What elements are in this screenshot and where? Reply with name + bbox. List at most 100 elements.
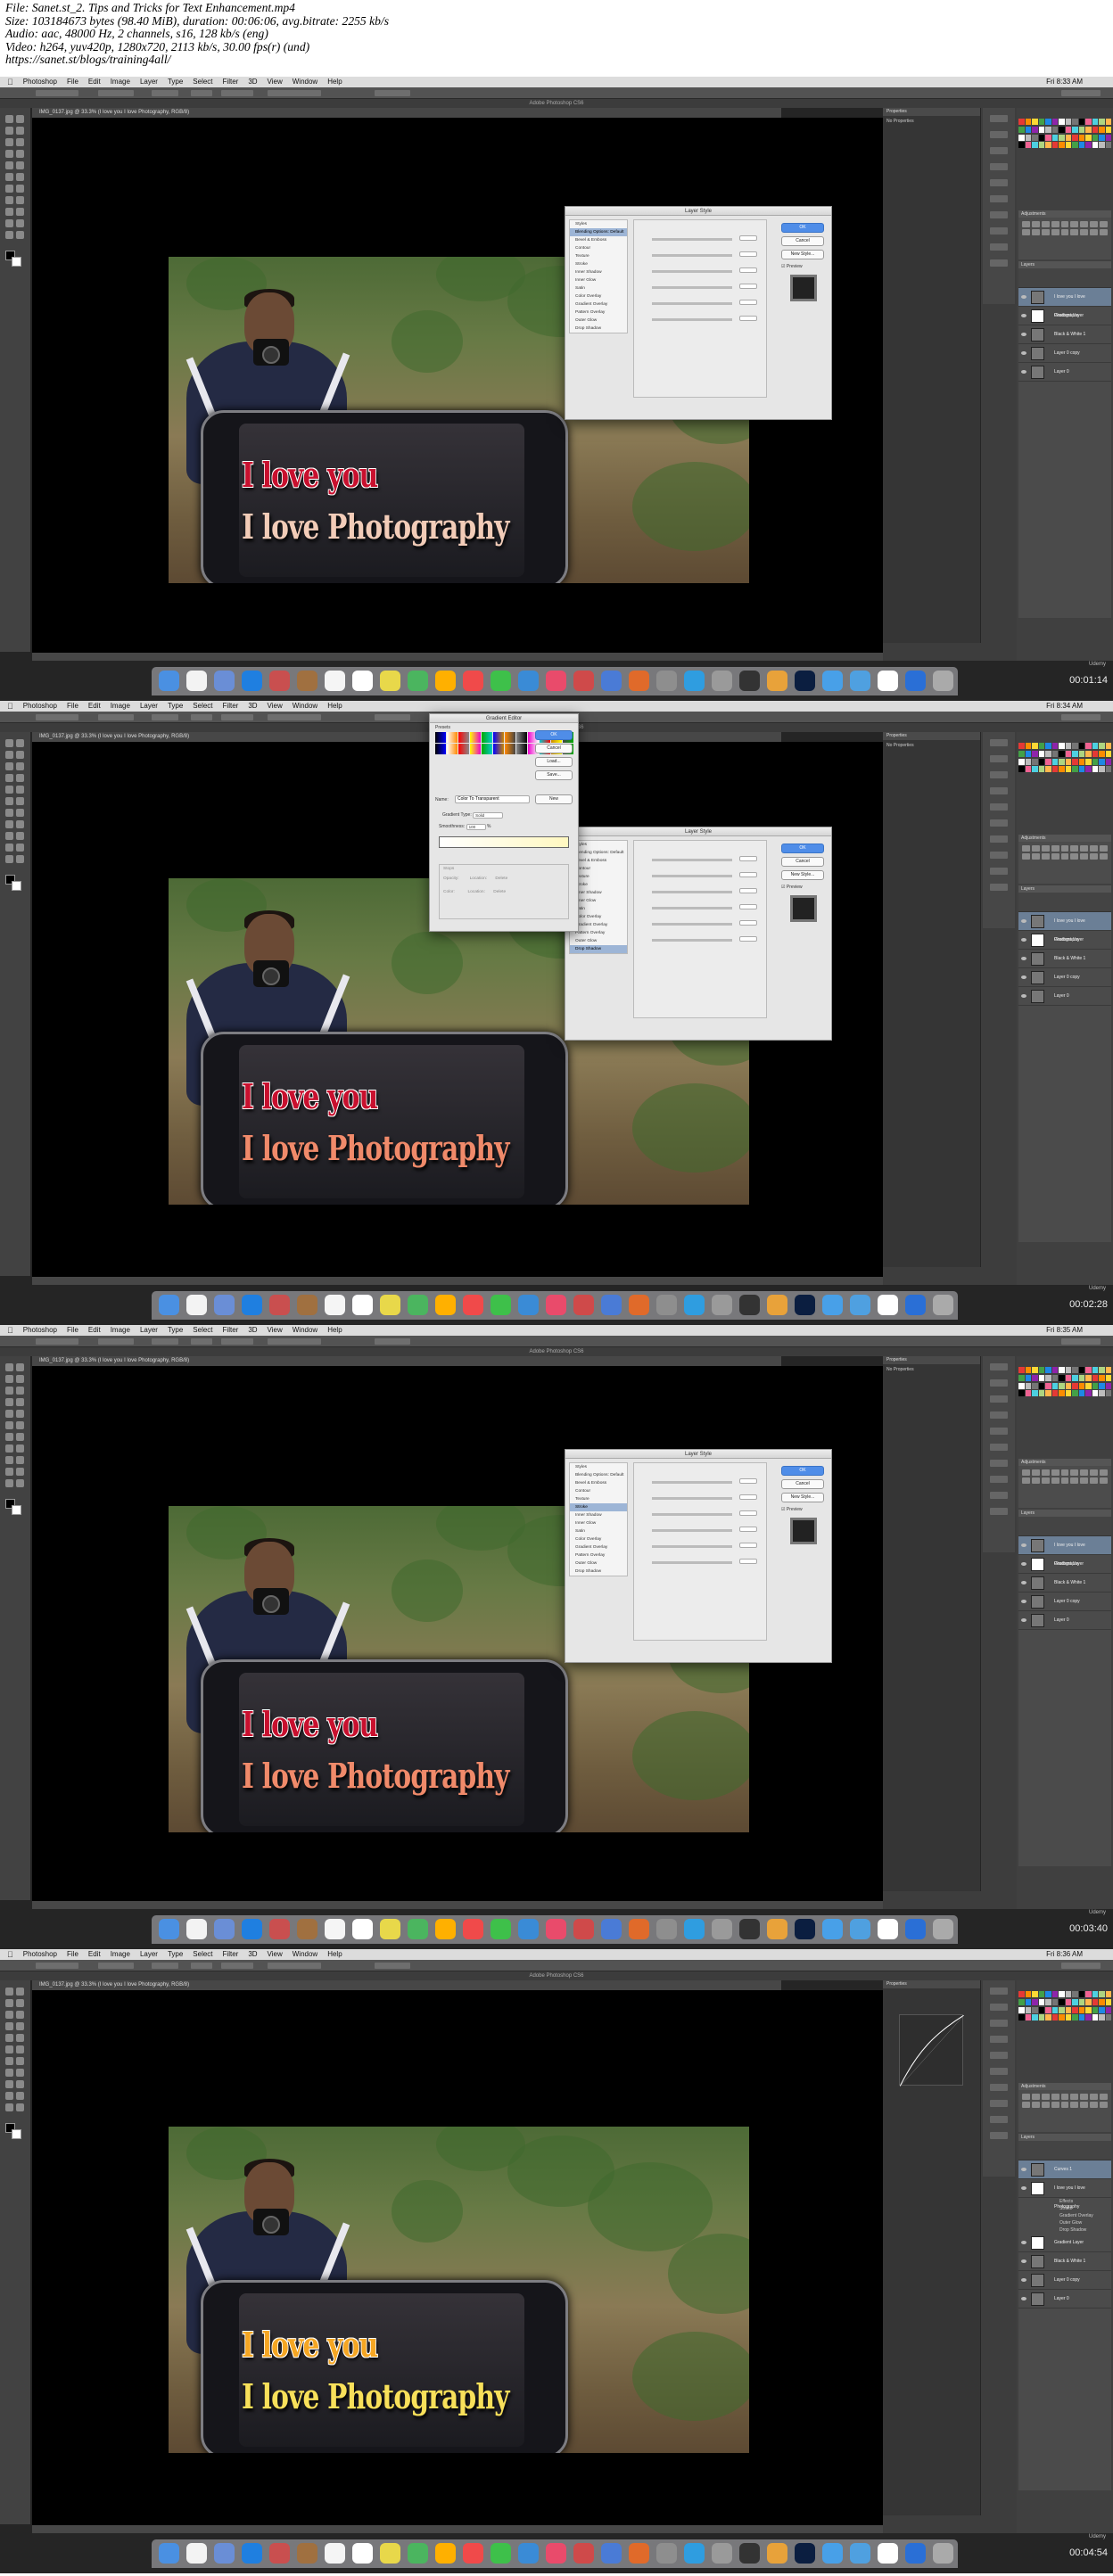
dock-app-icon[interactable]	[712, 1295, 732, 1315]
options-control[interactable]	[152, 714, 178, 720]
color-swatch[interactable]	[1105, 2014, 1111, 2021]
color-swatch[interactable]	[1105, 750, 1111, 757]
adjustment-icon[interactable]	[1051, 229, 1059, 235]
color-swatch[interactable]	[1018, 1390, 1025, 1397]
option-value-field[interactable]	[739, 856, 757, 861]
option-slider[interactable]	[652, 1561, 732, 1564]
color-swatch[interactable]	[1038, 1382, 1044, 1389]
color-swatch[interactable]	[1065, 126, 1071, 133]
menu-item[interactable]: Filter	[223, 1949, 239, 1960]
menu-item[interactable]: 3D	[248, 1325, 257, 1336]
dock-app-icon[interactable]	[546, 671, 566, 691]
option-slider[interactable]	[652, 1529, 732, 1532]
adjustment-icon[interactable]	[1051, 853, 1059, 860]
color-swatch[interactable]	[1051, 2006, 1058, 2013]
menu-item[interactable]: View	[268, 77, 283, 87]
menu-item[interactable]: Edit	[88, 1325, 101, 1336]
tool-icon[interactable]	[5, 774, 13, 782]
style-list-item[interactable]: Inner Glow	[570, 276, 627, 284]
gradient-preset[interactable]	[447, 732, 458, 743]
option-value-field[interactable]	[739, 251, 757, 257]
color-swatch[interactable]	[1085, 1382, 1092, 1389]
panel-toggle-button[interactable]	[990, 147, 1008, 154]
menu-item[interactable]: File	[67, 1325, 78, 1336]
gradient-preset[interactable]	[493, 744, 504, 754]
adjustment-icon[interactable]	[1041, 1469, 1050, 1476]
menu-item[interactable]: Image	[111, 701, 130, 712]
eye-icon[interactable]	[1021, 1600, 1026, 1603]
option-slider[interactable]	[652, 1513, 732, 1516]
color-swatch[interactable]	[1025, 126, 1031, 133]
menu-item[interactable]: Layer	[140, 701, 158, 712]
adjustment-icon[interactable]	[1090, 1477, 1099, 1484]
panel-toggle-button[interactable]	[990, 2132, 1008, 2139]
color-swatch[interactable]	[1038, 1367, 1044, 1373]
tool-icon[interactable]	[16, 2069, 24, 2077]
dock-app-icon[interactable]	[297, 2543, 317, 2564]
eye-icon[interactable]	[1021, 314, 1026, 317]
panel-toggle-button[interactable]	[990, 2084, 1008, 2091]
dock-app-icon[interactable]	[186, 1919, 207, 1939]
color-swatch[interactable]	[1085, 1991, 1092, 1997]
color-swatch[interactable]	[1018, 750, 1025, 757]
color-swatch[interactable]	[1092, 2006, 1098, 2013]
color-swatch[interactable]	[1078, 134, 1084, 141]
menu-item[interactable]: Select	[193, 77, 212, 87]
dock-app-icon[interactable]	[297, 1295, 317, 1315]
style-list-item[interactable]: Outer Glow	[570, 937, 627, 945]
color-swatch[interactable]	[1045, 743, 1051, 749]
tool-icon[interactable]	[5, 1999, 13, 2007]
color-swatch[interactable]	[1099, 1390, 1105, 1397]
tool-icon[interactable]	[5, 150, 13, 158]
option-value-field[interactable]	[739, 872, 757, 877]
color-swatch[interactable]	[1065, 1374, 1071, 1381]
tool-icon[interactable]	[5, 173, 13, 181]
tool-icon[interactable]	[5, 1479, 13, 1487]
color-swatch[interactable]	[1018, 119, 1025, 125]
color-swatch[interactable]	[1045, 1382, 1051, 1389]
adjustment-icon[interactable]	[1070, 853, 1079, 860]
color-swatch[interactable]	[1072, 2006, 1078, 2013]
color-swatch[interactable]	[1072, 1390, 1078, 1397]
panel-toggle-button[interactable]	[990, 884, 1008, 891]
tool-icon[interactable]	[16, 219, 24, 227]
dock-app-icon[interactable]	[242, 2543, 262, 2564]
adjustment-icon[interactable]	[1080, 853, 1089, 860]
menu-item[interactable]: File	[67, 77, 78, 87]
color-swatch[interactable]	[1085, 766, 1092, 773]
panel-toggle-button[interactable]	[990, 1363, 1008, 1370]
tool-icon[interactable]	[16, 1988, 24, 1996]
color-swatch[interactable]	[1045, 766, 1051, 773]
color-swatch[interactable]	[1099, 1367, 1105, 1373]
panel-toggle-button[interactable]	[990, 2036, 1008, 2043]
color-swatch[interactable]	[1038, 750, 1044, 757]
dock-app-icon[interactable]	[491, 1295, 511, 1315]
eye-icon[interactable]	[1021, 2278, 1026, 2282]
dock-app-icon[interactable]	[269, 2543, 290, 2564]
panel-toggle-button[interactable]	[990, 2004, 1008, 2011]
options-control[interactable]	[98, 90, 134, 96]
new-gradient-button[interactable]: New	[535, 794, 573, 804]
color-swatch[interactable]	[1059, 1382, 1065, 1389]
tool-icon[interactable]	[5, 2011, 13, 2019]
background-color-swatch[interactable]	[12, 257, 21, 267]
color-swatch[interactable]	[1051, 743, 1058, 749]
dock-app-icon[interactable]	[573, 2543, 594, 2564]
tool-icon[interactable]	[16, 1410, 24, 1418]
color-swatch[interactable]	[1099, 1998, 1105, 2005]
style-list-item[interactable]: Stroke	[570, 260, 627, 268]
color-swatch[interactable]	[1038, 743, 1044, 749]
color-swatch[interactable]	[1065, 1991, 1071, 1997]
color-swatch[interactable]	[1018, 2014, 1025, 2021]
adjustment-icon[interactable]	[1022, 221, 1030, 227]
adjustment-icon[interactable]	[1070, 845, 1079, 852]
layer-row[interactable]: I love you I love Photography	[1018, 1536, 1111, 1567]
adjustment-icon[interactable]	[1100, 853, 1108, 860]
gradient-preset[interactable]	[505, 732, 515, 743]
options-control[interactable]	[375, 90, 410, 96]
adjustment-icon[interactable]	[1022, 853, 1030, 860]
tool-icon[interactable]	[5, 855, 13, 863]
adjustment-icon[interactable]	[1060, 845, 1069, 852]
color-swatch[interactable]	[1018, 766, 1025, 773]
dock-app-icon[interactable]	[186, 2543, 207, 2564]
